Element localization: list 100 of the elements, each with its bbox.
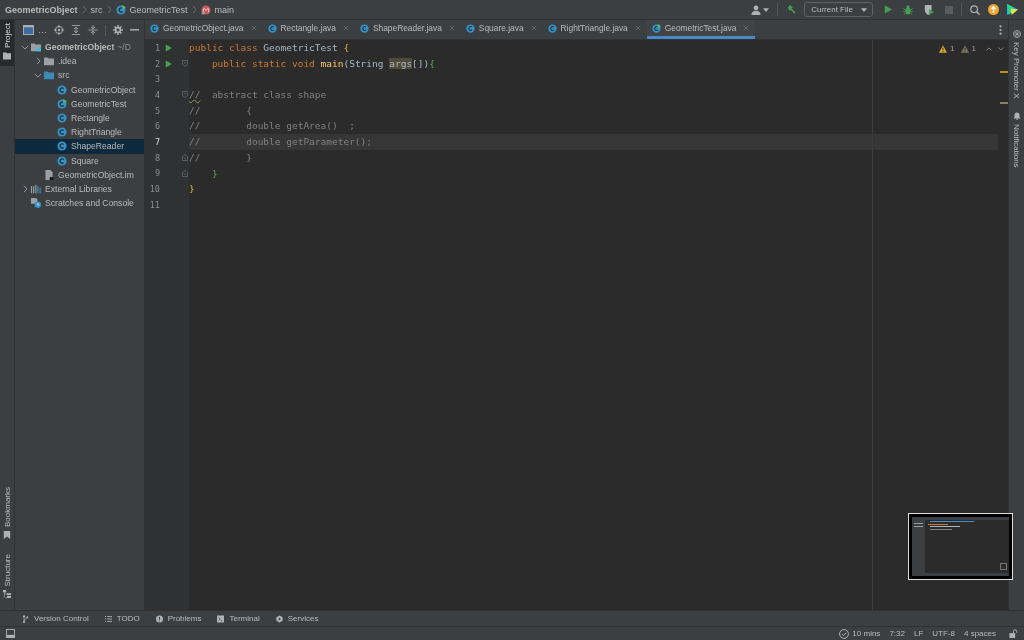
code-line: } <box>189 182 195 197</box>
tree-item[interactable]: RightTriangle <box>15 125 144 140</box>
code-line: public class GeometricTest { <box>189 41 350 55</box>
class-icon <box>150 23 159 33</box>
arrow-up-circle-icon[interactable] <box>988 4 999 15</box>
tool-window-button[interactable]: Version Control <box>22 614 89 623</box>
tree-item[interactable]: GeometricObject ~/D <box>15 40 144 55</box>
account-button[interactable] <box>751 4 770 15</box>
class-icon <box>547 23 557 33</box>
tree-item[interactable]: .idea <box>15 54 144 69</box>
list-icon <box>104 614 112 623</box>
tool-window-tab[interactable]: Structure <box>0 550 14 604</box>
inspection-count[interactable]: 1 <box>960 44 976 53</box>
line-number: 7 <box>153 136 160 147</box>
warning-icon <box>939 44 948 53</box>
crosshair-icon[interactable] <box>54 25 64 35</box>
editor-tab[interactable]: ShapeReader.java <box>354 20 461 39</box>
tool-window-tab[interactable]: Project <box>0 20 14 66</box>
tree-item[interactable]: Scratches and Console <box>15 196 144 211</box>
chevron-down-icon[interactable] <box>998 46 1004 51</box>
run-configuration-dropdown[interactable]: Current File <box>804 2 873 17</box>
status-item[interactable]: UTF-8 <box>932 629 955 638</box>
chevron-up-icon[interactable] <box>986 46 992 51</box>
run-gutter-icon[interactable] <box>164 43 172 52</box>
stop-icon[interactable] <box>945 5 953 14</box>
structure-icon <box>3 590 11 598</box>
fold-marker-icon[interactable] <box>182 60 188 68</box>
editor-tab[interactable]: Square.java <box>460 20 543 39</box>
code-line: // } <box>189 150 252 165</box>
editor-tab[interactable]: GeometricObject.java <box>145 20 263 39</box>
settings-icon[interactable] <box>113 25 123 35</box>
hammer-icon[interactable] <box>786 4 797 15</box>
caret-icon <box>861 7 867 12</box>
code-line: // abstract class shape <box>189 88 327 103</box>
run-gutter-icon[interactable] <box>164 59 172 68</box>
editor-tab[interactable]: GeometricTest.java <box>646 20 756 39</box>
more-vertical-icon[interactable] <box>999 24 1002 35</box>
terminal-icon <box>217 614 225 623</box>
tree-item[interactable]: External Libraries <box>15 181 144 197</box>
tool-window-tab[interactable]: Bookmarks <box>0 483 14 545</box>
shield-run-icon[interactable] <box>924 4 934 15</box>
tree-item[interactable]: Rectangle <box>15 110 144 126</box>
fold-marker-icon[interactable] <box>182 154 188 162</box>
check-circle-icon <box>839 628 850 639</box>
line-number: 11 <box>148 199 160 210</box>
breadcrumb[interactable]: main <box>200 4 235 15</box>
bug-icon[interactable] <box>903 4 913 15</box>
panel-icon[interactable] <box>23 25 34 35</box>
tree-item[interactable]: Square <box>15 153 144 168</box>
run-icon[interactable] <box>884 5 892 14</box>
class-icon <box>57 127 67 138</box>
folder-icon <box>44 56 54 67</box>
code-line: // double getArea() ; <box>189 119 355 134</box>
close-icon[interactable] <box>634 25 641 31</box>
breadcrumb[interactable]: GeometricObject <box>5 4 78 15</box>
status-item[interactable]: LF <box>913 629 924 638</box>
tool-window-button[interactable]: Problems <box>155 614 202 623</box>
fold-marker-icon[interactable] <box>182 169 188 177</box>
editor-tab[interactable]: Rectangle.java <box>262 20 355 39</box>
line-number: 8 <box>153 152 160 163</box>
hexagon-play-icon <box>275 614 283 623</box>
tree-item[interactable]: GeometricObject <box>15 82 144 97</box>
folder-icon <box>31 42 41 53</box>
triangle-logo-icon[interactable] <box>1007 4 1018 15</box>
close-icon[interactable] <box>743 25 750 31</box>
inspection-count[interactable]: 1 <box>939 44 955 53</box>
status-item[interactable]: 7:32 <box>889 629 905 638</box>
breadcrumb[interactable]: src <box>90 4 103 15</box>
close-icon[interactable] <box>448 25 455 31</box>
editor-tab[interactable]: RightTriangle.java <box>542 20 647 39</box>
class-icon <box>57 84 67 95</box>
status-item[interactable]: 10 mins <box>839 628 881 639</box>
fold-marker-icon[interactable] <box>182 91 188 99</box>
collapse-all-icon[interactable] <box>88 25 98 35</box>
tool-window-button[interactable]: Services <box>275 614 319 623</box>
tool-window-tab[interactable]: Notifications <box>1012 112 1021 169</box>
tree-item[interactable]: GeometricObject.im <box>15 167 144 182</box>
minimize-icon[interactable] <box>130 29 139 31</box>
status-item[interactable]: 4 spaces <box>963 629 996 638</box>
close-icon[interactable] <box>342 25 349 31</box>
tool-window-button[interactable]: TODO <box>104 614 140 623</box>
unlocked-padlock-icon[interactable] <box>1009 629 1018 638</box>
tool-window-button[interactable]: Terminal <box>217 614 260 623</box>
class-icon <box>115 4 126 15</box>
tree-item[interactable]: GeometricTest <box>15 96 144 111</box>
close-icon[interactable] <box>530 25 537 31</box>
search-icon[interactable] <box>970 4 980 15</box>
bell-icon <box>1012 112 1021 121</box>
class-icon <box>651 23 661 33</box>
expand-all-icon[interactable] <box>71 25 81 35</box>
close-icon[interactable] <box>250 25 257 31</box>
folder-icon <box>3 51 11 60</box>
tree-item[interactable]: src <box>15 68 144 83</box>
panel-toggle-icon[interactable] <box>6 629 15 638</box>
tool-window-tab[interactable]: Key Promoter X <box>1012 30 1021 99</box>
tree-item[interactable]: ShapeReader <box>15 139 144 154</box>
code-line: public static void main(String args[]){ <box>210 56 435 71</box>
panel-title: … <box>38 25 47 35</box>
class-icon <box>57 98 67 109</box>
breadcrumb[interactable]: GeometricTest <box>115 4 188 15</box>
